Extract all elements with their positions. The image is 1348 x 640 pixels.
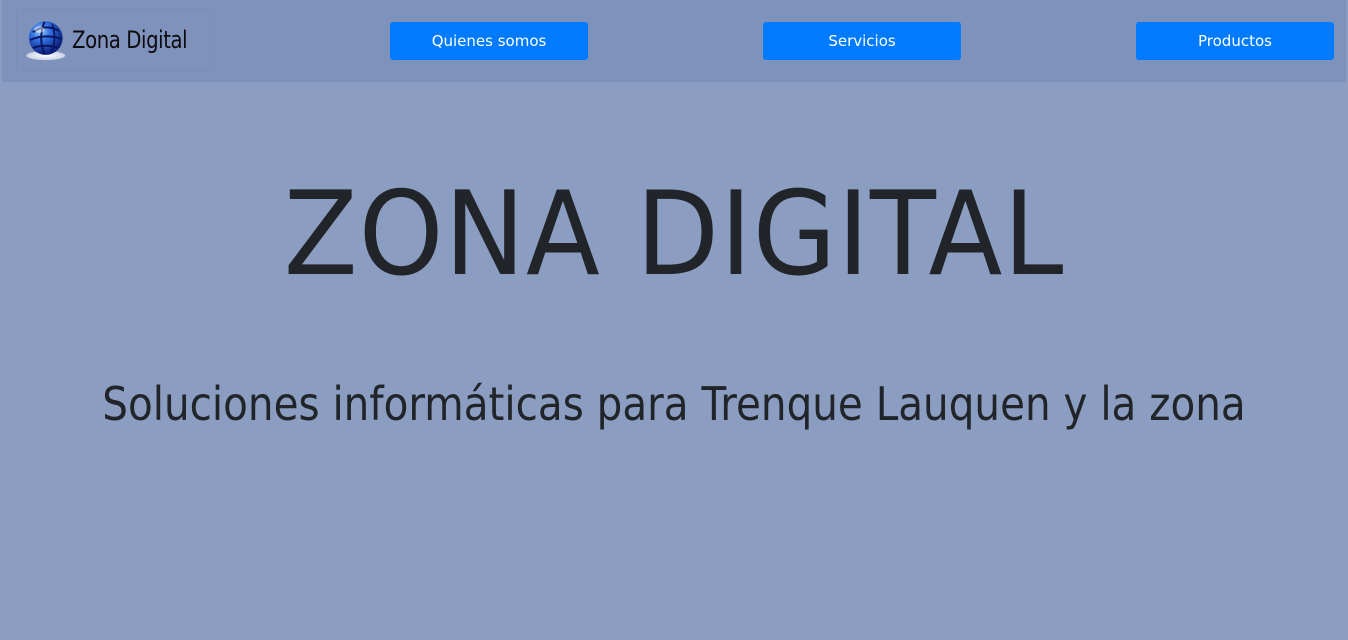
page: Zona Digital Quienes somos Servicios Pro… <box>0 0 1348 640</box>
navbar: Zona Digital Quienes somos Servicios Pro… <box>2 0 1346 82</box>
nav-button-servicios[interactable]: Servicios <box>763 22 961 60</box>
hero-subtitle: Soluciones informáticas para Trenque Lau… <box>102 377 1246 431</box>
globe-icon <box>26 21 66 61</box>
hero-title: ZONA DIGITAL <box>283 167 1065 302</box>
nav-button-productos[interactable]: Productos <box>1136 22 1334 60</box>
nav-button-quienes-somos[interactable]: Quienes somos <box>390 22 588 60</box>
brand-logo-link[interactable]: Zona Digital <box>16 8 214 72</box>
brand-name: Zona Digital <box>72 26 188 54</box>
